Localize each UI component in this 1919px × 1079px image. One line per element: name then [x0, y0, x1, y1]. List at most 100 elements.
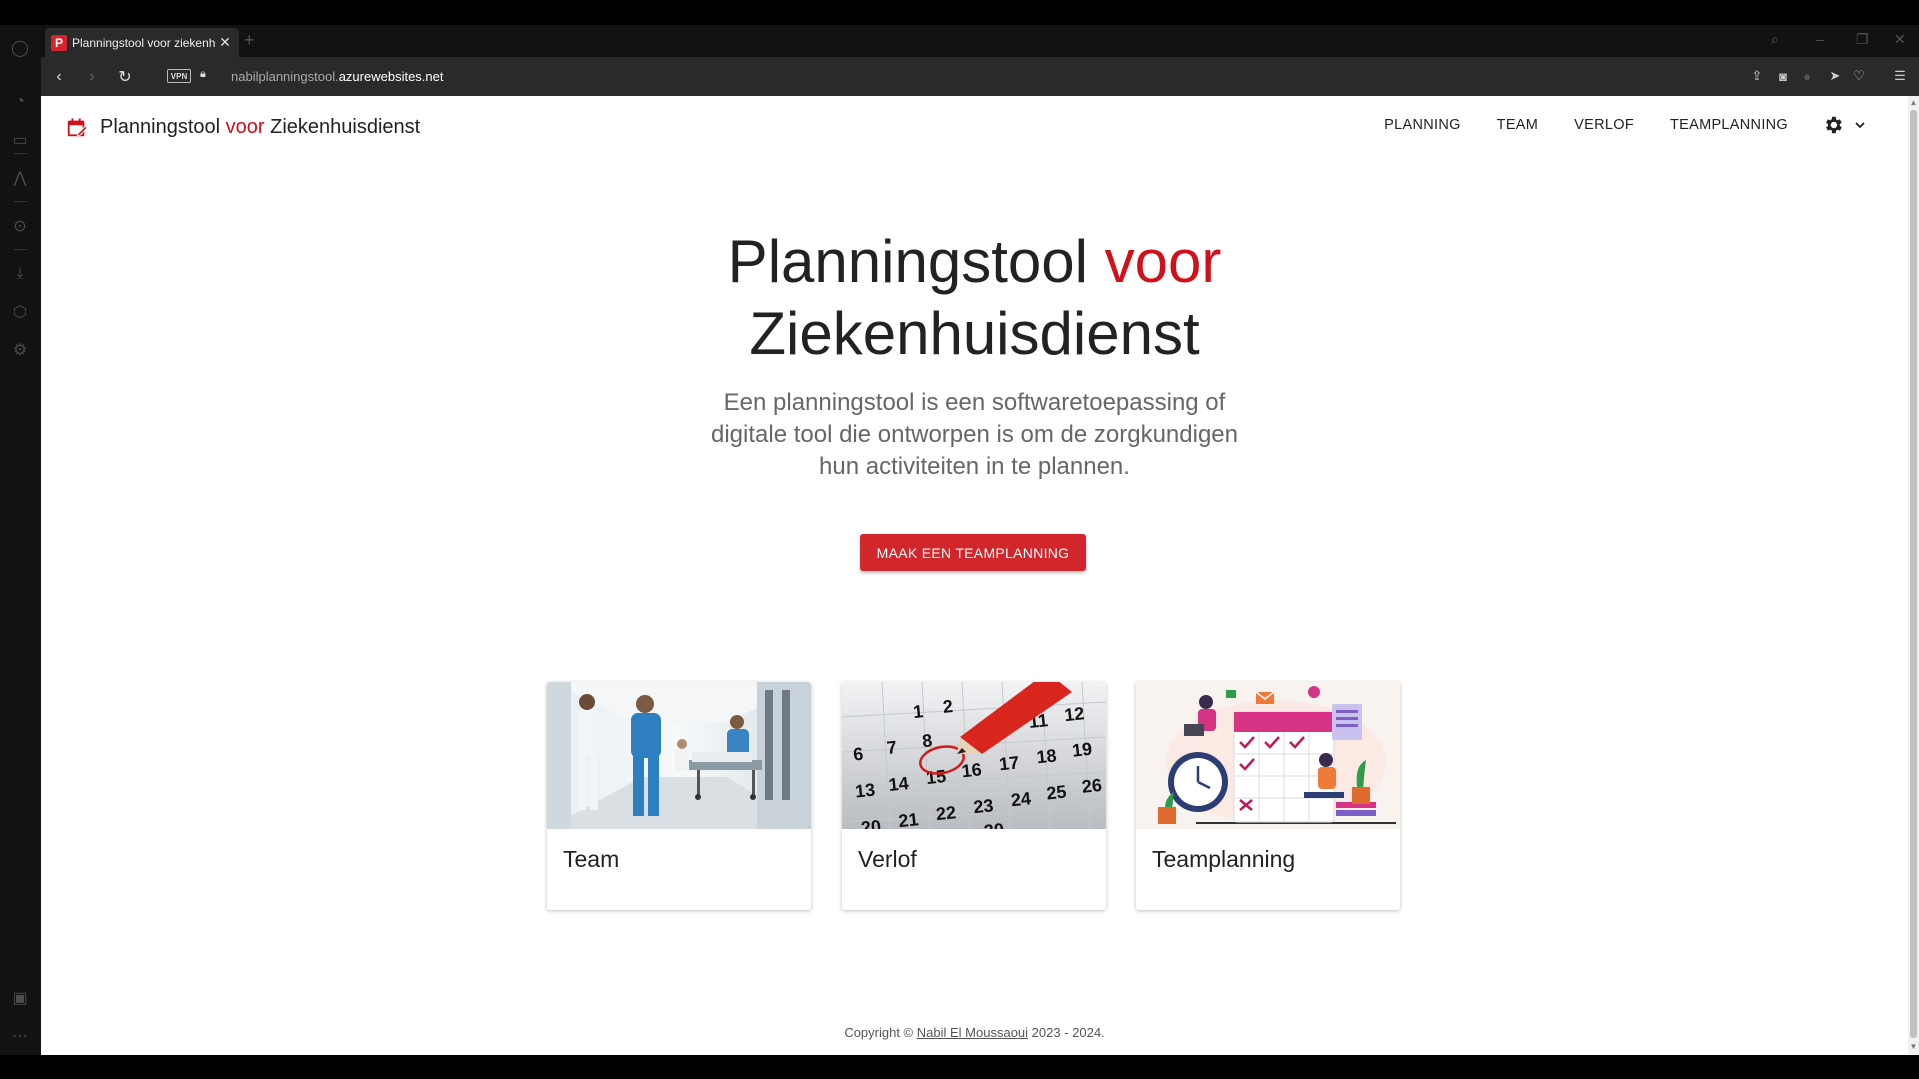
send-icon[interactable]: ➤	[1826, 67, 1844, 85]
cal-num: 15	[925, 766, 947, 788]
card-verlof[interactable]: 1 2 6 7 8 13 14 15 16 17 18 19 11 12 20 …	[842, 682, 1106, 910]
footer-prefix: Copyright ©	[844, 1025, 917, 1040]
cal-num: 7	[886, 737, 898, 758]
wallpaper-icon[interactable]: ▣	[9, 987, 31, 1009]
close-tab-icon[interactable]: ✕	[217, 34, 233, 51]
card-title-verlof: Verlof	[858, 846, 917, 872]
cal-num: 30	[983, 819, 1005, 829]
cal-num: 19	[1071, 739, 1093, 761]
window-close-icon[interactable]: ✕	[1894, 31, 1906, 48]
tab-bar: P Planningstool voor ziekenh ✕ + ⌕ – ❐ ✕	[41, 25, 1919, 57]
snapshot-camera-icon[interactable]: ◙	[1774, 67, 1792, 85]
cal-num: 18	[1036, 745, 1058, 767]
favicon-icon: P	[51, 34, 67, 51]
lock-icon[interactable]: 🔒︎	[200, 68, 206, 81]
opera-logo-icon[interactable]: ◯	[9, 37, 31, 59]
address-bar: ‹ › ↻ VPN 🔒︎ nabilplanningstool.azureweb…	[41, 57, 1919, 96]
briefcase-icon[interactable]: ▭	[9, 129, 31, 151]
make-teamplanning-button[interactable]: MAAK EEN TEAMPLANNING	[860, 534, 1086, 571]
more-icon[interactable]: ⋯	[9, 1025, 31, 1047]
nav-planning[interactable]: PLANNING	[1384, 117, 1461, 133]
cal-num: 1	[912, 701, 924, 722]
cal-num: 12	[1063, 703, 1085, 725]
status-dot-icon: ●	[1803, 68, 1811, 84]
hero-title: Planningstool voor Ziekenhuisdienst	[41, 226, 1908, 370]
settings-dropdown[interactable]	[1822, 114, 1866, 136]
hero-title-accent: voor	[1104, 228, 1222, 295]
site-navbar: Planningstool voor Ziekenhuisdienst PLAN…	[41, 96, 1908, 160]
new-tab-icon[interactable]: +	[244, 30, 255, 51]
forward-icon[interactable]: ›	[81, 66, 103, 88]
cal-num: 20	[860, 816, 882, 829]
url-prefix: nabilplanningstool.	[231, 69, 339, 84]
back-icon[interactable]: ‹	[48, 66, 70, 88]
scroll-down-icon[interactable]: ▼	[1909, 1042, 1918, 1051]
cal-num: 22	[935, 802, 957, 824]
footer-suffix: 2023 - 2024.	[1028, 1025, 1105, 1040]
page-scrollbar[interactable]: ▲ ▼	[1908, 96, 1919, 1055]
tab-search-icon[interactable]: ⌕	[1771, 31, 1779, 48]
cal-num: 14	[888, 773, 910, 795]
footer-copyright: Copyright © Nabil El Moussaoui 2023 - 20…	[41, 1025, 1908, 1040]
nav-teamplanning[interactable]: TEAMPLANNING	[1670, 117, 1788, 133]
reload-icon[interactable]: ↻	[114, 66, 136, 88]
calendar-with-pen-image: 1 2 6 7 8 13 14 15 16 17 18 19 11 12 20 …	[842, 682, 1106, 829]
sidebar-divider	[14, 153, 27, 154]
chevron-down-icon	[1855, 122, 1865, 129]
settings-icon[interactable]: ⚙	[9, 339, 31, 361]
scrollbar-thumb[interactable]	[1910, 110, 1917, 1038]
site-brand[interactable]: Planningstool voor Ziekenhuisdienst	[66, 116, 420, 139]
minimize-icon[interactable]: –	[1816, 31, 1824, 47]
scroll-up-icon[interactable]: ▲	[1909, 98, 1918, 107]
card-title-team: Team	[563, 846, 620, 872]
window-top-strip	[0, 0, 1919, 25]
brand-text-1: Planningstool	[100, 116, 226, 138]
aria-ai-icon[interactable]: ⋀	[9, 167, 31, 189]
hero-title-part1: Planningstool	[727, 228, 1105, 295]
cal-num: 21	[897, 809, 919, 829]
card-title-teamplanning: Teamplanning	[1152, 846, 1296, 872]
card-teamplanning[interactable]: Teamplanning	[1136, 682, 1400, 910]
browser-tab-active[interactable]: P Planningstool voor ziekenh ✕	[45, 28, 239, 57]
cal-num: 23	[972, 795, 994, 817]
downloads-icon[interactable]: ⤓	[9, 263, 31, 285]
hero-title-part3: Ziekenhuisdienst	[749, 300, 1200, 367]
cal-num: 13	[854, 780, 876, 802]
restore-icon[interactable]: ❐	[1856, 31, 1869, 48]
cal-num: 26	[1081, 775, 1103, 797]
hero-subtitle: Een planningstool is een softwaretoepass…	[710, 389, 1238, 480]
window-bottom-strip	[0, 1055, 1919, 1079]
speed-dial-icon[interactable]: ◔	[9, 91, 31, 113]
footer-author-link[interactable]: Nabil El Moussaoui	[917, 1025, 1028, 1040]
tab-title: Planningstool voor ziekenh	[72, 35, 216, 50]
planning-illustration-image	[1136, 682, 1400, 829]
share-icon[interactable]: ⇪	[1748, 67, 1766, 85]
brand-text-2: Ziekenhuisdienst	[264, 116, 421, 138]
cal-num: 16	[961, 759, 983, 781]
cal-num: 24	[1010, 788, 1032, 810]
gear-icon	[1826, 116, 1842, 134]
heart-icon[interactable]: ♡	[1850, 67, 1868, 85]
card-team[interactable]: Team	[547, 682, 811, 910]
brand-text-accent: voor	[225, 116, 265, 138]
cal-num: 8	[921, 730, 933, 751]
cal-num: 17	[998, 752, 1020, 774]
extensions-cube-icon[interactable]: ⬡	[9, 301, 31, 323]
cal-num: 6	[852, 744, 864, 765]
calendar-edit-icon	[67, 117, 88, 136]
web-page: Planningstool voor Ziekenhuisdienst PLAN…	[41, 96, 1908, 1055]
nav-team[interactable]: TEAM	[1497, 117, 1538, 133]
nav-verlof[interactable]: VERLOF	[1574, 117, 1634, 133]
nav-links: PLANNING TEAM VERLOF TEAMPLANNING	[1348, 114, 1866, 136]
url-domain: azurewebsites.net	[338, 69, 444, 84]
browser-sidebar: ◯ ◔ ▭ ⋀ ⊙ ⤓ ⬡ ⚙ ▣ ⋯	[0, 25, 41, 1055]
vpn-badge[interactable]: VPN	[167, 69, 191, 83]
sidebar-divider	[14, 249, 27, 250]
player-icon[interactable]: ⊙	[9, 215, 31, 237]
sidebar-divider	[14, 201, 27, 202]
cal-num: 2	[942, 696, 954, 717]
easy-setup-icon[interactable]: ☰	[1891, 67, 1909, 85]
cal-num: 25	[1045, 782, 1067, 804]
hospital-corridor-image	[547, 682, 811, 829]
url-field[interactable]: nabilplanningstool.azurewebsites.net	[231, 69, 443, 84]
